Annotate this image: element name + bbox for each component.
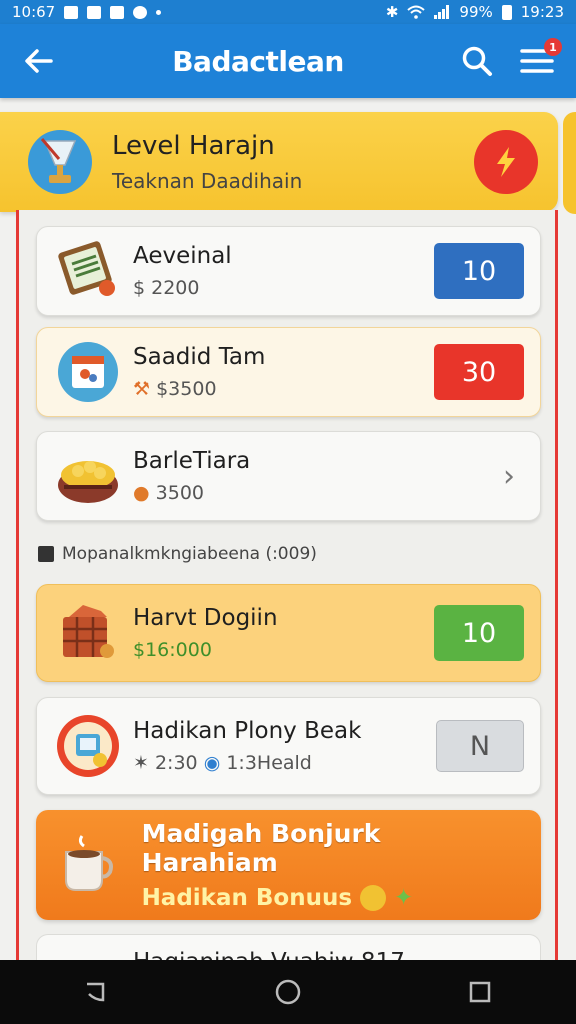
back-button[interactable] — [18, 40, 60, 82]
coin-icon — [360, 885, 387, 912]
level-card[interactable]: Level Harajn Teaknan Daadihain — [0, 112, 558, 212]
featured-item[interactable]: Harvt Dogiin $16:000 10 — [36, 584, 541, 682]
item-name: Hadikan Plony Beak — [133, 718, 362, 744]
battery-level: 99% — [459, 3, 493, 21]
coffee-mug-icon — [54, 830, 124, 900]
recents-nav-button[interactable] — [456, 968, 504, 1016]
badge-seal-icon — [53, 711, 123, 781]
list-item[interactable]: Aeveinal $ 2200 10 — [36, 226, 541, 316]
treasure-basket-icon — [53, 441, 123, 511]
item-price: ⚒ $3500 — [133, 378, 434, 400]
banner-subtitle-text: Hadikan Bonuus — [141, 884, 353, 911]
banner-title: Madigah Bonjurk Harahiam — [141, 818, 381, 877]
item-price: $ 2200 — [133, 277, 200, 299]
price-coin-icon: ⚒ — [133, 378, 151, 400]
back-nav-button[interactable] — [72, 968, 120, 1016]
ledger-icon — [53, 236, 123, 306]
item-price: $16:000 — [133, 639, 212, 661]
bluetooth-icon: ✱ — [385, 3, 399, 21]
app-icon — [110, 5, 125, 19]
meta-b: 1:3Heald — [226, 752, 312, 774]
recents-nav-icon — [469, 981, 491, 1003]
settings-icon — [133, 5, 148, 19]
item-meta: ✶ 2:30 ◉ 1:3Heald — [133, 752, 436, 774]
level-subtitle: Teaknan Daadihain — [112, 169, 303, 193]
item-price-value: $3500 — [156, 378, 217, 400]
list-item[interactable]: Saadid Tam ⚒ $3500 30 — [36, 327, 541, 417]
item-action-button[interactable]: N — [436, 720, 524, 772]
battery-icon — [501, 4, 512, 20]
section-header: Mopanalkmkngiabeena (:009) — [38, 544, 317, 564]
gift-crate-icon — [53, 598, 123, 668]
dot-icon — [156, 9, 162, 15]
item-name: Harvt Dogiin — [133, 605, 278, 631]
search-button[interactable] — [456, 40, 498, 82]
signal-icon — [434, 5, 450, 19]
item-name: Saadid Tam — [133, 344, 266, 370]
lightning-icon — [497, 147, 515, 177]
app-bar: Badactlean 1 — [0, 24, 576, 98]
list-item[interactable]: BarleTiara ● 3500 › — [36, 431, 541, 521]
status-time: 19:23 — [520, 3, 564, 21]
price-coin-icon: ● — [133, 482, 150, 504]
calendar-icon — [53, 337, 123, 407]
item-action-button[interactable]: 10 — [434, 605, 524, 661]
status-bar: 10:67 ✱ 99% 19:23 — [0, 0, 576, 24]
back-nav-icon — [87, 982, 105, 1002]
item-price: ● 3500 — [133, 482, 494, 504]
meta-a: 2:30 — [154, 752, 198, 774]
featured-item[interactable]: Hadikan Plony Beak ✶ 2:30 ◉ 1:3Heald N — [36, 697, 541, 795]
star-icon: ✶ — [133, 752, 149, 774]
item-action-button[interactable]: 30 — [434, 344, 524, 400]
sparkle-icon: ✦ — [386, 884, 414, 911]
mail-icon — [64, 5, 79, 19]
section-icon — [38, 546, 54, 562]
wifi-icon — [407, 5, 426, 19]
item-action-button[interactable]: 10 — [434, 243, 524, 299]
home-nav-icon — [275, 979, 301, 1005]
banner-subtitle: Hadikan Bonuus ✦ — [142, 885, 523, 912]
menu-button[interactable]: 1 — [516, 38, 562, 82]
trophy-icon — [28, 130, 92, 194]
level-title: Level Harajn — [112, 131, 275, 161]
bolt-button[interactable] — [474, 130, 538, 194]
bonus-banner[interactable]: Madigah Bonjurk Harahiam Hadikan Bonuus … — [36, 810, 541, 920]
home-nav-button[interactable] — [264, 968, 312, 1016]
item-price-value: 3500 — [155, 482, 204, 504]
timer-icon: ◉ — [203, 752, 221, 774]
item-name: BarleTiara — [133, 448, 251, 474]
item-name: Aeveinal — [133, 243, 232, 269]
photo-icon — [87, 5, 102, 19]
notification-badge: 1 — [543, 38, 562, 56]
search-icon — [462, 46, 492, 76]
side-tab[interactable] — [563, 112, 576, 214]
chevron-right-icon[interactable]: › — [494, 459, 524, 494]
status-left-text: 10:67 — [12, 3, 56, 21]
system-nav-bar — [0, 960, 576, 1024]
section-label: Mopanalkmkngiabeena (:009) — [62, 544, 317, 564]
app-title: Badactlean — [172, 44, 344, 78]
back-arrow-icon — [25, 49, 53, 73]
